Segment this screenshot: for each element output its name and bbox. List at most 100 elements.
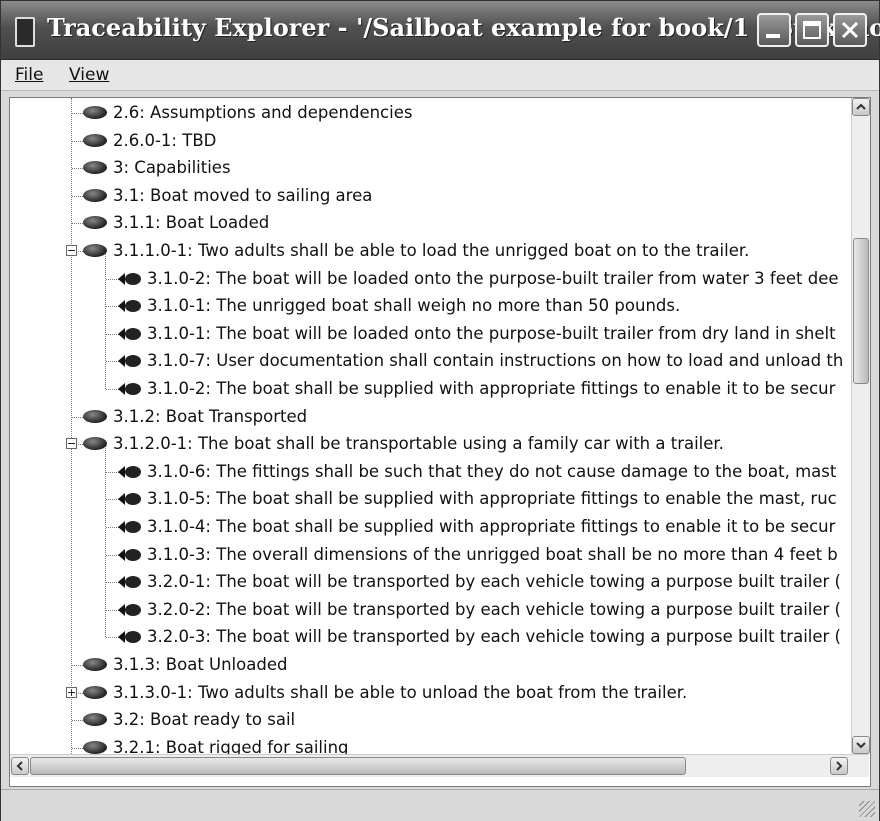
tree-item-label: 3.1.1: Boat Loaded (113, 213, 270, 233)
tree-item-label: 3.1.0-6: The fittings shall be such that… (147, 461, 837, 481)
incoming-link-icon (118, 603, 141, 616)
resize-grip[interactable] (859, 801, 875, 817)
incoming-link-icon (118, 383, 141, 395)
tree-item-label: 3.1.0-2: The boat shall be supplied with… (147, 379, 836, 398)
chevron-down-icon (856, 742, 866, 749)
tree-item-label: 3.1.1.0-1: Two adults shall be able to l… (113, 241, 750, 260)
expand-icon[interactable]: + (66, 686, 77, 698)
tree-node-item[interactable]: 3.2: Boat ready to sail (10, 706, 851, 733)
incoming-link-icon (118, 272, 141, 285)
collapse-icon[interactable]: − (66, 438, 77, 450)
incoming-link-icon (118, 327, 141, 340)
incoming-link-icon (118, 521, 141, 533)
incoming-link-icon (118, 548, 141, 561)
close-button[interactable] (833, 13, 867, 47)
tree-item-label: 2.6: Assumptions and dependencies (113, 103, 413, 122)
tree-item-label: 3.1.2.0-1: The boat shall be transportab… (113, 434, 724, 454)
tree-node-item[interactable]: 3.1.3: Boat Unloaded (10, 651, 851, 678)
requirement-object-icon (83, 244, 107, 257)
tree-node-item[interactable]: 3: Capabilities (10, 154, 851, 181)
incoming-link-icon (118, 631, 141, 644)
trace-link-item[interactable]: 3.1.0-4: The boat shall be supplied with… (10, 513, 851, 540)
scroll-down-button[interactable] (852, 736, 870, 754)
vertical-scroll-thumb[interactable] (853, 238, 869, 384)
menu-file-label: File (15, 65, 44, 85)
menu-view-label: View (69, 65, 110, 85)
traceability-tree[interactable]: 2.6: Assumptions and dependencies 2.6.0-1… (9, 97, 871, 787)
trace-link-item[interactable]: 3.1.0-2: The boat shall be supplied with… (10, 375, 851, 402)
incoming-link-icon (118, 493, 141, 506)
scroll-right-button[interactable] (830, 757, 848, 775)
incoming-link-icon (118, 300, 141, 313)
trace-link-item[interactable]: 3.1.0-1: The unrigged boat shall weigh n… (10, 292, 851, 319)
minimize-button[interactable] (757, 13, 791, 47)
tree-item-label: 3.1.3: Boat Unloaded (113, 655, 288, 674)
minimize-icon (766, 34, 780, 38)
trace-link-item[interactable]: 3.1.0-5: The boat shall be supplied with… (10, 485, 851, 512)
maximize-icon (803, 21, 821, 39)
tree-item-label: 3.2.0-3: The boat will be transported by… (147, 627, 841, 647)
requirement-object-icon (83, 437, 107, 451)
trace-link-item[interactable]: 3.2.0-1: The boat will be transported by… (10, 568, 851, 595)
tree-item-label: 3.2.0-2: The boat will be transported by… (147, 599, 841, 619)
tree-item-label: 3.1: Boat moved to sailing area (113, 185, 373, 205)
trace-link-item[interactable]: 3.1.0-2: The boat will be loaded onto th… (10, 265, 851, 292)
tree-item-label: 3.2.0-1: The boat will be transported by… (147, 572, 841, 592)
incoming-link-icon (118, 576, 141, 589)
trace-link-item[interactable]: 3.1.0-7: User documentation shall contai… (10, 347, 851, 374)
requirement-object-icon (83, 409, 107, 423)
requirement-object-icon (83, 188, 107, 202)
title-bar[interactable]: Traceability Explorer - '/Sailboat examp… (1, 1, 880, 60)
scroll-up-button[interactable] (852, 98, 870, 116)
menu-file[interactable]: File (15, 65, 43, 85)
requirement-object-icon (83, 161, 107, 175)
chevron-left-icon (16, 761, 23, 771)
chevron-up-icon (856, 103, 866, 110)
tree-node-item[interactable]: +3.1.3.0-1: Two adults shall be able to … (10, 679, 851, 706)
trace-link-item[interactable]: 3.1.0-6: The fittings shall be such that… (10, 458, 851, 485)
tree-item-label: 3.1.0-7: User documentation shall contai… (147, 351, 844, 371)
requirement-object-icon (83, 658, 107, 671)
traceability-explorer-window: Traceability Explorer - '/Sailboat examp… (0, 0, 880, 821)
maximize-button[interactable] (795, 13, 829, 47)
tree-item-label: 3.1.0-4: The boat shall be supplied with… (147, 517, 836, 536)
trace-link-item[interactable]: 3.1.0-3: The overall dimensions of the u… (10, 541, 851, 568)
tree-node-item[interactable]: 2.6.0-1: TBD (10, 127, 851, 154)
requirement-object-icon (83, 133, 107, 147)
menu-view[interactable]: View (69, 65, 109, 85)
tree-viewport: 2.6: Assumptions and dependencies 2.6.0-1… (10, 98, 851, 754)
tree-item-label: 3.1.0-3: The overall dimensions of the u… (147, 544, 838, 564)
tree-item-label: 3.1.0-5: The boat shall be supplied with… (147, 489, 837, 509)
tree-node-item[interactable]: 2.6: Assumptions and dependencies (10, 99, 851, 126)
tree-item-label: 3: Capabilities (113, 158, 231, 178)
tree-item-label: 3.2.1: Boat rigged for sailing (113, 737, 349, 754)
tree-node-item[interactable]: 3.1.1: Boat Loaded (10, 209, 851, 236)
trace-link-item[interactable]: 3.1.0-1: The boat will be loaded onto th… (10, 320, 851, 347)
tree-item-label: 3.1.0-2: The boat will be loaded onto th… (147, 268, 839, 288)
tree-item-label: 2.6.0-1: TBD (113, 130, 217, 150)
tree-node-item[interactable]: − 3.1.1.0-1: Two adults shall be able to … (10, 237, 851, 264)
tree-node-item[interactable]: 3.1: Boat moved to sailing area (10, 182, 851, 209)
requirement-object-icon (83, 740, 107, 754)
horizontal-scroll-thumb[interactable] (30, 757, 686, 775)
tree-node-item[interactable]: − 3.1.2.0-1: The boat shall be transporta… (10, 430, 851, 457)
close-icon (841, 21, 859, 39)
requirement-object-icon (83, 685, 107, 699)
tree-item-label: 3.1.0-1: The boat will be loaded onto th… (147, 323, 836, 343)
requirement-object-icon (83, 106, 107, 119)
vertical-scrollbar[interactable] (851, 98, 870, 754)
app-icon (15, 17, 35, 47)
tree-node-item[interactable]: 3.1.2: Boat Transported (10, 403, 851, 430)
window-title: Traceability Explorer - '/Sailboat examp… (47, 13, 880, 42)
tree-item-label: 3.1.0-1: The unrigged boat shall weigh n… (147, 296, 681, 316)
tree-node-item[interactable]: 3.2.1: Boat rigged for sailing (10, 734, 851, 754)
trace-link-item[interactable]: 3.2.0-2: The boat will be transported by… (10, 596, 851, 623)
incoming-link-icon (118, 355, 141, 368)
menu-bar: File View (1, 60, 879, 91)
collapse-icon[interactable]: − (66, 245, 77, 256)
horizontal-scrollbar[interactable] (10, 754, 869, 777)
tree-item-label: 3.1.3.0-1: Two adults shall be able to u… (113, 682, 688, 702)
scroll-left-button[interactable] (11, 757, 29, 775)
trace-link-item[interactable]: 3.2.0-3: The boat will be transported by… (10, 623, 851, 650)
requirement-object-icon (83, 713, 107, 727)
